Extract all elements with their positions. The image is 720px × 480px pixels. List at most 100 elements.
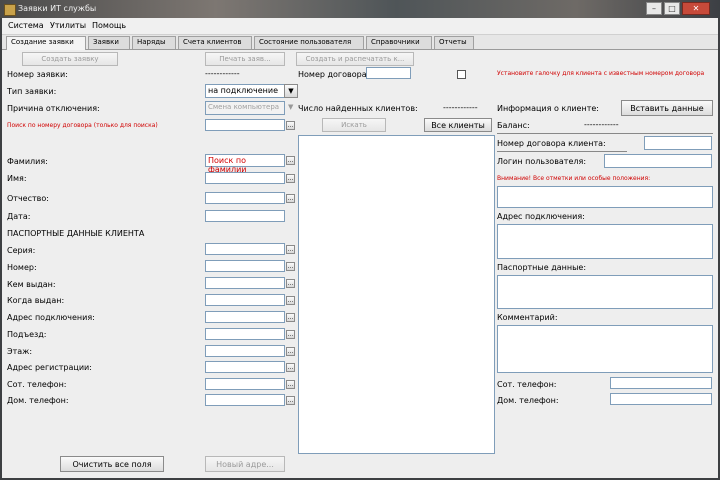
patronymic-input[interactable] (205, 192, 285, 204)
series-input[interactable] (205, 243, 285, 255)
insert-data-button[interactable]: Вставить данные (621, 100, 713, 116)
title-bar (0, 0, 720, 18)
attention-textarea[interactable] (497, 186, 713, 208)
mobile-phone-field-button[interactable]: ... (286, 380, 295, 389)
registration-address-field-button[interactable]: ... (286, 363, 295, 372)
mobile-phone-input[interactable] (205, 378, 285, 390)
issued-when-field-button[interactable]: ... (286, 296, 295, 305)
tab-directories[interactable]: Справочники (366, 36, 432, 49)
menu-help[interactable]: Помощь (92, 21, 126, 30)
user-login-label: Логин пользователя: (497, 157, 587, 166)
client-connection-address-label: Адрес подключения: (497, 212, 585, 221)
entrance-field-button[interactable]: ... (286, 330, 295, 339)
contract-number-input[interactable] (366, 67, 411, 79)
name-field-button[interactable]: ... (286, 174, 295, 183)
tab-reports[interactable]: Отчеты (434, 36, 474, 49)
patronymic-label: Отчество: (7, 194, 49, 203)
date-input[interactable] (205, 210, 285, 222)
known-contract-checkbox[interactable] (457, 70, 466, 79)
print-request-button[interactable]: Печать заяв... (205, 52, 285, 66)
create-request-button[interactable]: Создать заявку (22, 52, 118, 66)
date-label: Дата: (7, 212, 31, 221)
client-home-phone-label: Дом. телефон: (497, 396, 559, 405)
surname-search-input[interactable]: Поиск по фамилии (205, 154, 285, 174)
contract-number-label: Номер договора: (298, 70, 370, 79)
balance-label: Баланс: (497, 121, 530, 130)
entrance-label: Подъезд: (7, 330, 47, 339)
client-home-phone-input[interactable] (610, 393, 712, 405)
create-and-print-button[interactable]: Создать и распечатать к... (296, 52, 414, 66)
passport-number-field-button[interactable]: ... (286, 262, 295, 271)
name-input[interactable] (205, 172, 285, 184)
floor-field-button[interactable]: ... (286, 347, 295, 356)
issued-by-field-button[interactable]: ... (286, 279, 295, 288)
tab-orders[interactable]: Наряды (132, 36, 176, 49)
request-type-select[interactable]: на подключение (205, 84, 285, 98)
registration-address-input[interactable] (205, 361, 285, 373)
request-number-value: ------------ (205, 69, 240, 78)
all-clients-button[interactable]: Все клиенты (424, 118, 492, 132)
client-mobile-label: Сот. телефон: (497, 380, 557, 389)
contract-row-separator (497, 151, 627, 152)
issued-when-input[interactable] (205, 294, 285, 306)
client-connection-address-textarea[interactable] (497, 224, 713, 259)
series-field-button[interactable]: ... (286, 245, 295, 254)
connection-address-input[interactable] (205, 311, 285, 323)
client-passport-label: Паспортные данные: (497, 263, 587, 272)
client-comment-label: Комментарий: (497, 313, 558, 322)
surname-field-button[interactable]: ... (286, 156, 295, 165)
home-phone-input[interactable] (205, 394, 285, 406)
series-label: Серия: (7, 246, 36, 255)
tab-client-accounts[interactable]: Счета клиентов (178, 36, 252, 49)
client-passport-textarea[interactable] (497, 275, 713, 309)
disconnect-reason-select[interactable]: Смена компьютера (205, 101, 285, 115)
client-comment-textarea[interactable] (497, 325, 713, 373)
disconnect-reason-dropdown-icon[interactable]: ▼ (288, 103, 293, 111)
menu-utilities[interactable]: Утилиты (50, 21, 86, 30)
search-contract-input[interactable] (205, 119, 285, 131)
request-type-dropdown-icon[interactable]: ▼ (284, 84, 298, 98)
client-contract-number-input[interactable] (644, 136, 712, 150)
search-by-contract-note: Поиск по номеру договора (только для пои… (7, 122, 158, 129)
name-label: Имя: (7, 174, 27, 183)
entrance-input[interactable] (205, 328, 285, 340)
registration-address-label: Адрес регистрации: (7, 363, 92, 372)
disconnect-reason-label: Причина отключения: (7, 104, 100, 113)
user-login-input[interactable] (604, 154, 712, 168)
search-button[interactable]: Искать (322, 118, 386, 132)
floor-input[interactable] (205, 345, 285, 357)
menu-system[interactable]: Система (8, 21, 44, 30)
tab-create-request[interactable]: Создание заявки (6, 36, 86, 50)
issued-by-input[interactable] (205, 277, 285, 289)
attention-label: Внимание! Все отметки или особые положен… (497, 175, 651, 182)
request-type-label: Тип заявки: (7, 87, 57, 96)
connection-address-label: Адрес подключения: (7, 313, 95, 322)
tab-requests[interactable]: Заявки (88, 36, 130, 49)
passport-section-heading: ПАСПОРТНЫЕ ДАННЫЕ КЛИЕНТА (7, 229, 145, 238)
issued-by-label: Кем выдан: (7, 280, 56, 289)
new-address-button[interactable]: Новый адре... (205, 456, 285, 472)
passport-number-label: Номер: (7, 263, 37, 272)
clear-all-fields-button[interactable]: Очистить все поля (60, 456, 164, 472)
found-clients-value: ------------ (443, 103, 478, 112)
maximize-button[interactable]: □ (664, 2, 680, 15)
search-contract-field-button[interactable]: ... (286, 121, 295, 130)
close-button[interactable]: ✕ (682, 2, 710, 15)
found-clients-label: Число найденных клиентов: (298, 104, 418, 113)
minimize-button[interactable]: – (646, 2, 662, 15)
tab-user-status[interactable]: Состояние пользователя (254, 36, 364, 49)
patronymic-field-button[interactable]: ... (286, 194, 295, 203)
connection-address-field-button[interactable]: ... (286, 313, 295, 322)
client-contract-number-label: Номер договора клиента: (497, 139, 606, 148)
client-info-label: Информация о клиенте: (497, 104, 599, 113)
floor-label: Этаж: (7, 347, 33, 356)
home-phone-label: Дом. телефон: (7, 396, 69, 405)
client-mobile-input[interactable] (610, 377, 712, 389)
home-phone-field-button[interactable]: ... (286, 396, 295, 405)
window-title: Заявки ИТ службы (18, 4, 97, 13)
client-results-list[interactable] (298, 135, 495, 454)
passport-number-input[interactable] (205, 260, 285, 272)
surname-label: Фамилия: (7, 157, 48, 166)
app-icon (4, 4, 16, 16)
balance-value: ------------ (584, 120, 619, 129)
